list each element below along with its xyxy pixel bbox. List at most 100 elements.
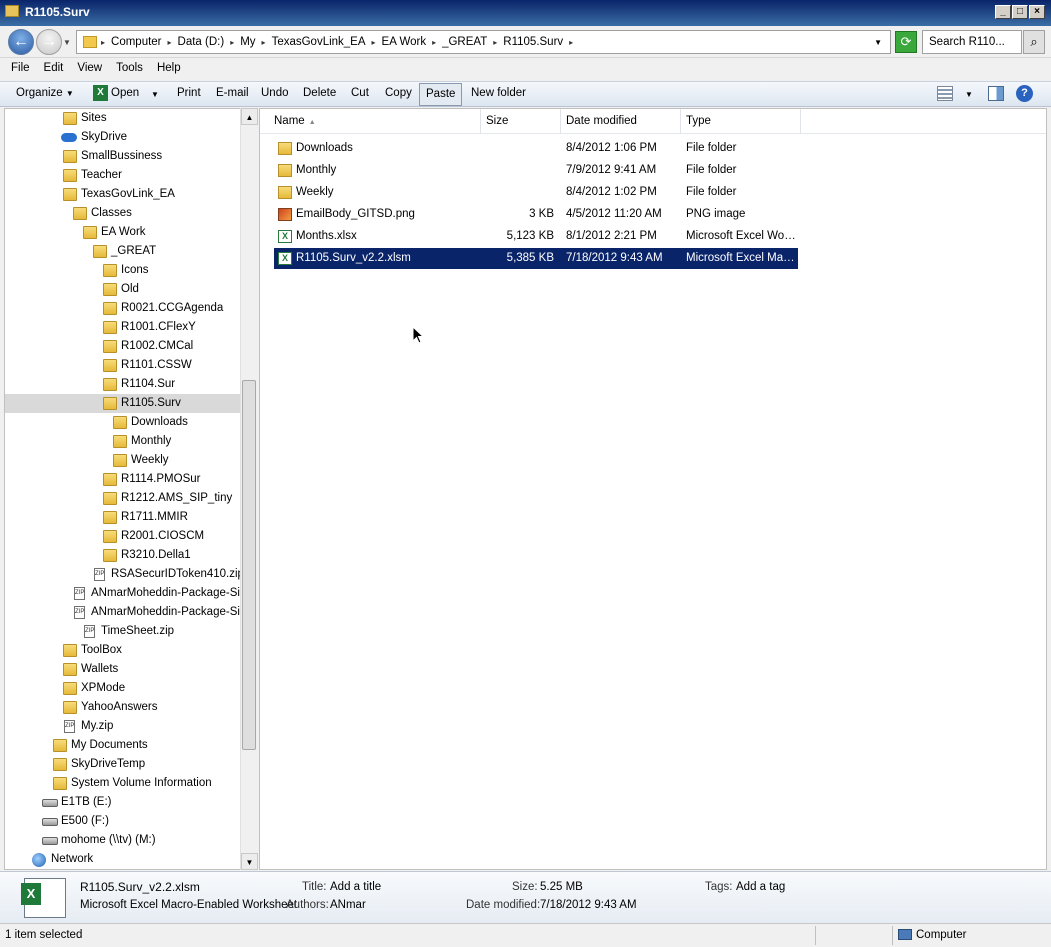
undo-button[interactable]: Undo — [261, 87, 289, 99]
file-row[interactable]: EmailBody_GITSD.png 3 KB 4/5/2012 11:20 AM… — [274, 204, 798, 225]
back-button[interactable]: ← — [8, 29, 34, 55]
breadcrumb-item[interactable]: EA Work — [378, 36, 431, 48]
tree-item[interactable]: R1711.MMIR — [101, 508, 188, 527]
menu-item-help[interactable]: Help — [150, 59, 188, 80]
breadcrumb-separator-icon[interactable]: ▸ — [491, 36, 499, 48]
tree-item[interactable]: TexasGovLink_EA — [61, 185, 175, 204]
breadcrumb-separator-icon[interactable]: ▸ — [260, 36, 268, 48]
tree-item[interactable]: E500 (F:) — [41, 812, 109, 831]
breadcrumb-separator-icon[interactable]: ▸ — [370, 36, 378, 48]
tree-item[interactable]: R1114.PMOSur — [101, 470, 200, 489]
column-header-date[interactable]: Date modified — [561, 109, 681, 133]
new-folder-button[interactable]: New folder — [471, 87, 526, 99]
forward-button[interactable]: → — [36, 29, 62, 55]
open-button[interactable]: Open — [111, 87, 139, 99]
tree-item[interactable]: R1212.AMS_SIP_tiny — [101, 489, 232, 508]
tree-item[interactable]: R1101.CSSW — [101, 356, 192, 375]
refresh-icon[interactable]: ⟳ — [895, 31, 917, 53]
tree-item[interactable]: ZIP ANmarMoheddin-Package-Sign — [71, 584, 253, 603]
breadcrumb-item[interactable]: Computer — [107, 36, 166, 48]
close-button[interactable]: × — [1029, 5, 1045, 19]
recent-pages-dropdown[interactable]: ▼ — [63, 38, 71, 47]
tree-item[interactable]: R1105.Surv — [5, 394, 256, 413]
file-row[interactable]: X R1105.Surv_v2.2.xlsm 5,385 KB 7/18/2012 9… — [274, 248, 798, 269]
tree-item[interactable]: _GREAT — [91, 242, 156, 261]
breadcrumb-separator-icon[interactable]: ▸ — [567, 36, 575, 48]
navigation-pane[interactable]: Sites SkyDrive SmallBussiness Teacher TexasG… — [4, 108, 257, 870]
breadcrumb-separator-icon[interactable]: ▸ — [99, 36, 107, 48]
tree-item[interactable]: Downloads — [111, 413, 188, 432]
breadcrumb-item[interactable]: _GREAT — [438, 36, 491, 48]
tree-item[interactable]: Icons — [101, 261, 149, 280]
paste-button[interactable]: Paste — [419, 83, 463, 106]
breadcrumb-item[interactable]: R1105.Surv — [499, 36, 567, 48]
tree-item[interactable]: EA Work — [81, 223, 146, 242]
tree-item[interactable]: ZIP RSASecurIDToken410.zip — [91, 565, 244, 584]
view-dropdown[interactable]: ▼ — [965, 90, 973, 99]
print-button[interactable]: Print — [177, 87, 201, 99]
tree-item[interactable]: YahooAnswers — [61, 698, 158, 717]
navigation-scrollbar[interactable]: ▲ ▼ — [240, 108, 258, 870]
tree-item[interactable]: R3210.Della1 — [101, 546, 191, 565]
column-header-size[interactable]: Size — [481, 109, 561, 133]
tree-item[interactable]: SkyDrive — [61, 128, 127, 147]
minimize-button[interactable]: _ — [995, 5, 1011, 19]
email-button[interactable]: E-mail — [216, 87, 249, 99]
scroll-down-arrow[interactable]: ▼ — [241, 853, 258, 870]
file-row[interactable]: Downloads 8/4/2012 1:06 PM File folder — [274, 138, 798, 159]
tree-item[interactable]: ZIP TimeSheet.zip — [81, 622, 174, 641]
tree-item[interactable]: ToolBox — [61, 641, 122, 660]
tree-item[interactable]: Teacher — [61, 166, 122, 185]
cut-button[interactable]: Cut — [351, 87, 369, 99]
file-row[interactable]: Monthly 7/9/2012 9:41 AM File folder — [274, 160, 798, 181]
tree-item[interactable]: E1TB (E:) — [41, 793, 111, 812]
search-input[interactable]: Search R110... — [922, 30, 1022, 54]
tree-item[interactable]: SkyDriveTemp — [51, 755, 145, 774]
tree-item[interactable]: mohome (\\tv) (M:) — [41, 831, 156, 850]
authors-field[interactable]: ANmar — [330, 899, 366, 911]
menu-item-view[interactable]: View — [70, 59, 109, 80]
tree-item[interactable]: Sites — [61, 109, 107, 128]
help-icon[interactable]: ? — [1016, 85, 1033, 102]
address-dropdown[interactable]: ▼ — [874, 38, 882, 47]
tree-item[interactable]: R1104.Sur — [101, 375, 175, 394]
breadcrumb-separator-icon[interactable]: ▸ — [228, 36, 236, 48]
open-dropdown[interactable]: ▼ — [151, 90, 159, 99]
scroll-thumb[interactable] — [242, 380, 256, 750]
tree-item[interactable]: XPMode — [61, 679, 125, 698]
preview-pane-icon[interactable] — [988, 86, 1004, 101]
tree-item[interactable]: R1001.CFlexY — [101, 318, 196, 337]
file-row[interactable]: X Months.xlsx 5,123 KB 8/1/2012 2:21 PM Micr… — [274, 226, 798, 247]
tree-item[interactable]: ZIP My.zip — [61, 717, 113, 736]
tree-item[interactable]: My Documents — [51, 736, 148, 755]
breadcrumb-separator-icon[interactable]: ▸ — [166, 36, 174, 48]
menu-item-edit[interactable]: Edit — [37, 59, 71, 80]
breadcrumb-item[interactable]: TexasGovLink_EA — [268, 36, 370, 48]
tree-item[interactable]: Weekly — [111, 451, 169, 470]
delete-button[interactable]: Delete — [303, 87, 336, 99]
tree-item[interactable]: Wallets — [61, 660, 118, 679]
breadcrumb-item[interactable]: Data (D:) — [174, 36, 229, 48]
column-header-name[interactable]: Name ▲ — [260, 109, 481, 133]
breadcrumb-separator-icon[interactable]: ▸ — [430, 36, 438, 48]
tree-item[interactable]: ZIP ANmarMoheddin-Package-Sign — [71, 603, 253, 622]
menu-item-tools[interactable]: Tools — [109, 59, 150, 80]
tree-item[interactable]: R0021.CCGAgenda — [101, 299, 223, 318]
scroll-up-arrow[interactable]: ▲ — [241, 108, 258, 125]
tree-item[interactable]: Old — [101, 280, 139, 299]
tags-field[interactable]: Add a tag — [736, 881, 785, 893]
file-list[interactable]: Name ▲ Size Date modified Type Downloads 8… — [259, 108, 1047, 870]
tree-item[interactable]: R1002.CMCal — [101, 337, 193, 356]
tree-item[interactable]: System Volume Information — [51, 774, 212, 793]
tree-item[interactable]: Network — [31, 850, 93, 869]
change-view-icon[interactable] — [937, 86, 953, 101]
tree-item[interactable]: R2001.CIOSCM — [101, 527, 204, 546]
column-header-type[interactable]: Type — [681, 109, 801, 133]
organize-button[interactable]: Organize ▼ — [16, 87, 74, 99]
tree-item[interactable]: SmallBussiness — [61, 147, 162, 166]
breadcrumb-item[interactable]: My — [236, 36, 259, 48]
file-row[interactable]: Weekly 8/4/2012 1:02 PM File folder — [274, 182, 798, 203]
tree-item[interactable]: Monthly — [111, 432, 171, 451]
title-field[interactable]: Add a title — [330, 881, 381, 893]
address-bar[interactable]: ▸ Computer ▸ Data (D:) ▸ My ▸ TexasGovLink_EA ▸ E… — [76, 30, 891, 54]
